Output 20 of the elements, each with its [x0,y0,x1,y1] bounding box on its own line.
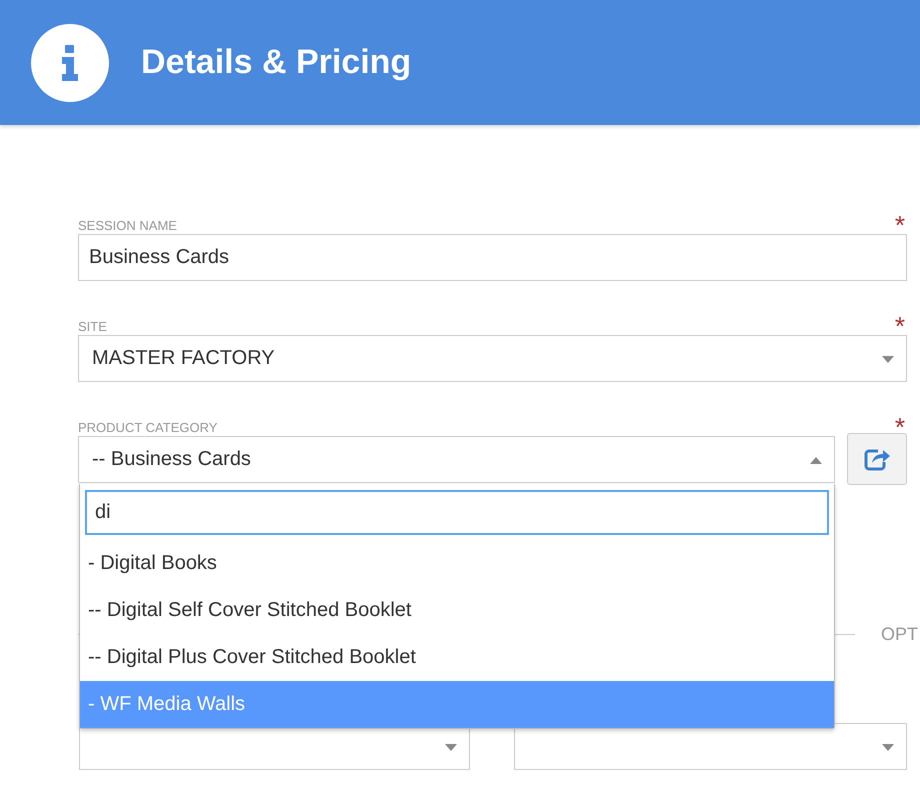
field-label: PRODUCT CATEGORY [78,420,218,435]
share-button[interactable] [847,433,907,485]
select-field[interactable]: MASTER FACTORY [78,335,907,382]
share-icon [864,447,890,471]
caret-icon [445,744,458,751]
page-title: Details & Pricing [141,43,412,82]
dropdown-option[interactable]: -- Digital Plus Cover Stitched Booklet [80,634,834,681]
caret-icon [882,744,894,751]
info-icon [31,24,109,102]
field-label: SITE [78,319,107,334]
required-mark: * [894,318,905,334]
required-mark: * [894,419,905,435]
required-mark: * [894,217,905,233]
search-field[interactable]: di [85,490,829,535]
dropdown-option[interactable]: - Digital Books [80,540,834,587]
section-title: OPT [880,624,918,645]
text-field[interactable]: Business Cards [78,234,907,281]
select-field[interactable] [514,723,907,770]
field-label: SESSION NAME [78,218,177,233]
dropdown-option[interactable]: -- Digital Self Cover Stitched Booklet [80,587,834,634]
